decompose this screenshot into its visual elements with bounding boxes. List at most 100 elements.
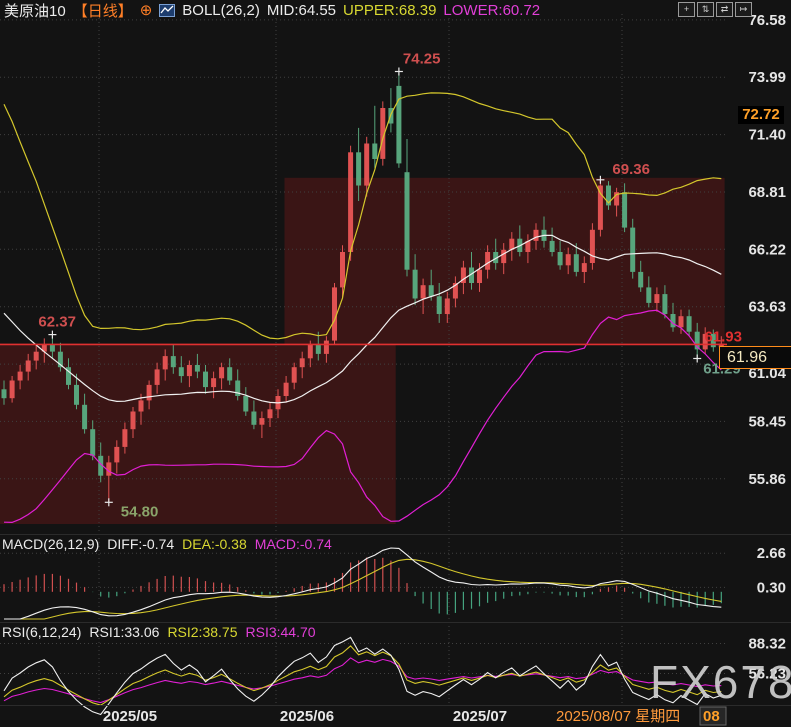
boll-upper-value: UPPER:68.39 bbox=[343, 2, 436, 19]
candle-body bbox=[195, 365, 200, 372]
candle-body bbox=[300, 358, 305, 367]
go-to-latest-icon[interactable]: ↦ bbox=[735, 2, 752, 17]
candle-body bbox=[421, 285, 426, 298]
candle-body bbox=[582, 263, 587, 272]
y-axis-label: 55.86 bbox=[748, 471, 786, 488]
candle-body bbox=[654, 294, 659, 303]
y-axis-label: 58.45 bbox=[748, 413, 786, 430]
candle-body bbox=[243, 396, 248, 412]
candle-body bbox=[292, 367, 297, 383]
candle-body bbox=[82, 405, 87, 429]
candle-body bbox=[171, 356, 176, 367]
candle-body bbox=[187, 365, 192, 376]
candle-body bbox=[501, 250, 506, 263]
move-chart-icon[interactable]: + bbox=[678, 2, 695, 17]
candle-body bbox=[679, 316, 684, 327]
y-axis-label: 68.81 bbox=[748, 184, 786, 201]
candle-body bbox=[74, 385, 79, 405]
x-axis-label: 2025/07 bbox=[453, 708, 507, 725]
candle-body bbox=[122, 429, 127, 447]
candle-body bbox=[268, 409, 273, 418]
candle-body bbox=[396, 86, 401, 163]
candle-body bbox=[324, 341, 329, 354]
panel-divider bbox=[0, 622, 791, 623]
candle-body bbox=[485, 252, 490, 270]
y-axis-label: 2.66 bbox=[757, 545, 786, 562]
add-indicator-icon[interactable]: ⊕ bbox=[140, 1, 153, 19]
candle-body bbox=[550, 241, 555, 252]
candle-body bbox=[687, 316, 692, 332]
candle-body bbox=[50, 345, 55, 352]
candle-body bbox=[179, 367, 184, 376]
candle-body bbox=[251, 412, 256, 425]
rsi-line bbox=[4, 646, 721, 705]
candle-body bbox=[671, 314, 676, 327]
y-axis-label: 66.22 bbox=[748, 241, 786, 258]
scale-x-axis-icon[interactable]: ⇄ bbox=[716, 2, 733, 17]
candle-body bbox=[340, 252, 345, 287]
candle-body bbox=[131, 412, 136, 430]
candle-body bbox=[646, 287, 651, 303]
rsi-header: RSI(6,12,24) RSI1:33.06 RSI2:38.75 RSI3:… bbox=[2, 624, 316, 640]
candle-body bbox=[558, 252, 563, 265]
x-axis-label: 2025/08/07 星期四 bbox=[556, 708, 680, 725]
scale-y-axis-icon[interactable]: ⇅ bbox=[697, 2, 714, 17]
trading-app-window: 61.9362.3754.8074.2569.3661.2976.5873.99… bbox=[0, 0, 791, 727]
candle-body bbox=[348, 152, 353, 252]
rsi3-value: RSI3:44.70 bbox=[246, 624, 316, 640]
candle-body bbox=[203, 372, 208, 388]
y-axis-label: 73.99 bbox=[748, 69, 786, 86]
rsi1-value: RSI1:33.06 bbox=[89, 624, 159, 640]
candle-body bbox=[163, 356, 168, 369]
macd-dea-value: DEA:-0.38 bbox=[182, 536, 247, 552]
fx678-watermark: FX678 bbox=[650, 655, 791, 709]
candle-body bbox=[364, 144, 369, 186]
candle-body bbox=[90, 429, 95, 456]
candle-body bbox=[284, 383, 289, 396]
chart-toolbar: +⇅⇄↦ bbox=[678, 2, 752, 17]
candle-body bbox=[437, 296, 442, 314]
candle-body bbox=[477, 270, 482, 283]
extreme-price-label: 74.25 bbox=[403, 51, 441, 68]
macd-header: MACD(26,12,9) DIFF:-0.74 DEA:-0.38 MACD:… bbox=[2, 536, 332, 552]
mini-chart-icon bbox=[159, 4, 175, 17]
rsi-indicator-label: RSI(6,12,24) bbox=[2, 624, 81, 640]
candle-body bbox=[155, 369, 160, 385]
candle-body bbox=[534, 230, 539, 241]
x-axis-label: 08 bbox=[703, 708, 720, 725]
candle-body bbox=[259, 418, 264, 425]
candle-body bbox=[18, 372, 23, 381]
candle-body bbox=[574, 254, 579, 272]
band-peak-price-tag: 72.72 bbox=[738, 106, 784, 124]
y-axis-label: 71.40 bbox=[748, 127, 786, 144]
candle-body bbox=[308, 345, 313, 358]
y-axis-label: 0.30 bbox=[757, 579, 786, 596]
last-price-tag: 61.96 bbox=[719, 346, 791, 369]
panel-divider bbox=[0, 705, 791, 706]
alert-line-price-label: 61.93 bbox=[704, 328, 742, 345]
candle-body bbox=[662, 294, 667, 314]
candle-body bbox=[413, 270, 418, 299]
candle-body bbox=[356, 152, 361, 185]
period-selector[interactable]: 【日线】 bbox=[73, 0, 133, 21]
rsi2-value: RSI2:38.75 bbox=[167, 624, 237, 640]
chart-canvas[interactable]: 61.9362.3754.8074.2569.3661.2976.5873.99… bbox=[0, 0, 791, 727]
candle-body bbox=[316, 345, 321, 354]
chart-header: 美原油10 【日线】 ⊕ BOLL(26,2) MID:64.55 UPPER:… bbox=[4, 1, 540, 19]
candle-body bbox=[139, 400, 144, 411]
candle-body bbox=[566, 254, 571, 265]
candle-body bbox=[638, 272, 643, 288]
candle-body bbox=[630, 228, 635, 272]
y-axis-label: 76.58 bbox=[748, 12, 786, 29]
panel-divider bbox=[0, 534, 791, 535]
candle-body bbox=[219, 367, 224, 378]
macd-macd-value: MACD:-0.74 bbox=[255, 536, 332, 552]
macd-diff-line bbox=[4, 548, 721, 619]
extreme-price-label: 62.37 bbox=[38, 314, 76, 331]
extreme-price-label: 69.36 bbox=[612, 161, 650, 178]
candle-body bbox=[372, 144, 377, 160]
symbol-name: 美原油10 bbox=[4, 0, 66, 21]
y-axis-label: 88.32 bbox=[748, 636, 786, 653]
x-axis-label: 2025/05 bbox=[103, 708, 157, 725]
macd-diff-value: DIFF:-0.74 bbox=[107, 536, 174, 552]
